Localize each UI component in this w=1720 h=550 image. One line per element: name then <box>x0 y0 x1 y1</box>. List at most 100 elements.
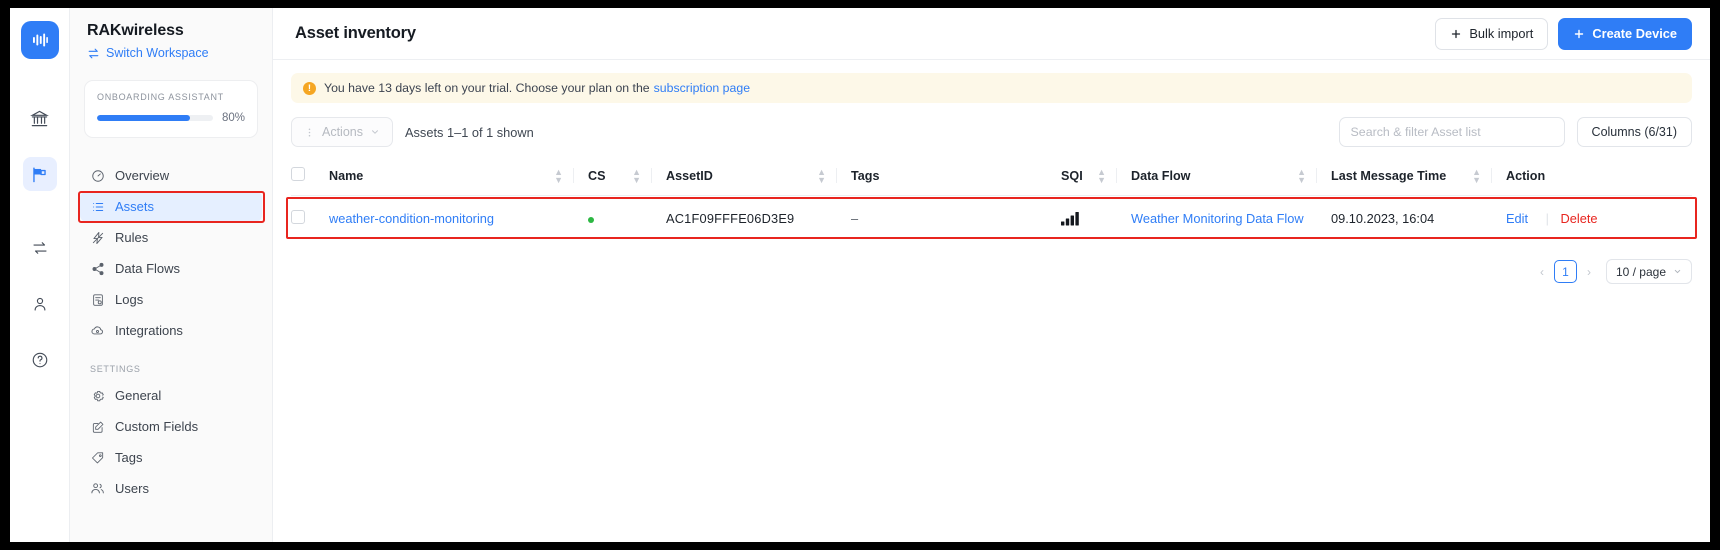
cell-action: Edit | Delete <box>1492 196 1692 242</box>
search-input[interactable] <box>1350 125 1553 139</box>
action-divider: | <box>1545 211 1549 226</box>
bank-icon[interactable] <box>23 101 57 135</box>
switch-workspace-button[interactable]: Switch Workspace <box>70 40 272 60</box>
column-header-tags[interactable]: Tags <box>837 161 1047 196</box>
audio-waveform-logo[interactable] <box>20 21 59 59</box>
select-all-header <box>291 161 329 196</box>
sort-icon[interactable]: ▲ ▼ <box>554 167 563 184</box>
sidebar-item-label: Integrations <box>115 323 183 338</box>
sidebar-item-data-flows[interactable]: Data Flows <box>80 253 262 284</box>
switch-workspace-label: Switch Workspace <box>106 46 209 60</box>
create-device-button[interactable]: Create Device <box>1558 17 1692 50</box>
column-label: Action <box>1506 168 1546 183</box>
actions-label: Actions <box>322 125 363 139</box>
column-divider <box>651 168 652 183</box>
bulk-import-button[interactable]: Bulk import <box>1435 17 1549 50</box>
sort-icon[interactable]: ▲ ▼ <box>1097 167 1106 184</box>
chevron-down-icon <box>370 127 380 137</box>
kebab-icon <box>304 127 315 138</box>
column-divider <box>1316 168 1317 183</box>
bulk-import-label: Bulk import <box>1469 26 1534 41</box>
sidebar-item-overview[interactable]: Overview <box>80 160 262 191</box>
column-header-name[interactable]: Name ▲ ▼ <box>329 161 574 196</box>
app-window: RAKwireless Switch Workspace ONBOARDING … <box>10 8 1710 542</box>
page-title: Asset inventory <box>295 24 416 42</box>
help-circle-icon[interactable] <box>23 343 57 377</box>
users-icon <box>90 481 105 496</box>
asset-name-link[interactable]: weather-condition-monitoring <box>329 211 494 226</box>
column-label: Last Message Time <box>1331 168 1447 183</box>
column-header-assetid[interactable]: AssetID ▲ ▼ <box>652 161 837 196</box>
data-flow-link[interactable]: Weather Monitoring Data Flow <box>1131 211 1304 226</box>
column-label: Data Flow <box>1131 168 1191 183</box>
plus-icon <box>1450 28 1462 40</box>
cell-tags: – <box>851 211 859 226</box>
column-label: Tags <box>851 168 880 183</box>
column-divider <box>836 168 837 183</box>
subscription-page-link[interactable]: subscription page <box>654 81 750 95</box>
onboarding-progress-fill <box>97 115 190 121</box>
page-size-label: 10 / page <box>1615 264 1666 279</box>
sidebar-item-general[interactable]: General <box>80 380 262 411</box>
table-body: weather-condition-monitoring AC1F09FFFE0… <box>291 196 1692 242</box>
table-row[interactable]: weather-condition-monitoring AC1F09FFFE0… <box>291 196 1692 242</box>
onboarding-assistant-card[interactable]: ONBOARDING ASSISTANT 80% <box>84 80 258 138</box>
page-number-1[interactable]: 1 <box>1553 260 1577 283</box>
plus-icon <box>1573 28 1585 40</box>
share-icon <box>90 261 105 276</box>
sidebar-item-rules[interactable]: Rules <box>80 222 262 253</box>
swap-icon[interactable] <box>23 231 57 265</box>
sidebar-item-label: Custom Fields <box>115 419 199 434</box>
row-checkbox[interactable] <box>291 210 305 224</box>
actions-button[interactable]: Actions <box>291 117 393 147</box>
onboarding-label: ONBOARDING ASSISTANT <box>97 92 224 102</box>
column-header-data-flow[interactable]: Data Flow ▲ ▼ <box>1117 161 1317 196</box>
cloud-icon <box>90 323 105 338</box>
sort-icon[interactable]: ▲ ▼ <box>632 167 641 184</box>
select-all-checkbox[interactable] <box>291 167 305 181</box>
delete-action-link[interactable]: Delete <box>1561 211 1598 226</box>
sidebar-item-integrations[interactable]: Integrations <box>80 315 262 346</box>
column-label: AssetID <box>666 168 713 183</box>
page-header: Asset inventory Bulk import Create Devic… <box>273 8 1710 60</box>
create-device-label: Create Device <box>1592 26 1677 41</box>
column-header-sqi[interactable]: SQI ▲ ▼ <box>1047 161 1117 196</box>
cell-sqi <box>1047 196 1117 242</box>
gear-icon <box>90 388 105 403</box>
column-divider <box>573 168 574 183</box>
asset-table-container: Name ▲ ▼ CS ▲ ▼ AssetID ▲ ▼ Tags SQI ▲ ▼… <box>286 161 1697 242</box>
sidebar-item-users[interactable]: Users <box>80 473 262 504</box>
nav-divider <box>70 346 272 360</box>
sidebar-item-custom-fields[interactable]: Custom Fields <box>80 411 262 442</box>
log-icon <box>90 292 105 307</box>
sidebar-item-label: Data Flows <box>115 261 181 276</box>
user-icon[interactable] <box>23 287 57 321</box>
sort-icon[interactable]: ▲ ▼ <box>1297 167 1306 184</box>
next-page-button[interactable]: › <box>1584 265 1594 279</box>
search-filter-box[interactable] <box>1338 117 1565 147</box>
sidebar-item-logs[interactable]: Logs <box>80 284 262 315</box>
sidebar-item-label: Rules <box>115 230 149 245</box>
cell-asset-id: AC1F09FFFE06D3E9 <box>666 211 795 226</box>
sort-icon[interactable]: ▲ ▼ <box>1472 167 1481 184</box>
sidebar-item-tags[interactable]: Tags <box>80 442 262 473</box>
gauge-icon <box>90 168 105 183</box>
bolt-icon <box>90 230 105 245</box>
pagination: ‹ 1 › 10 / page <box>291 259 1692 284</box>
columns-button[interactable]: Columns (6/31) <box>1576 117 1692 147</box>
column-label: SQI <box>1061 168 1083 183</box>
swap-icon <box>87 47 100 60</box>
column-header-last-message-time[interactable]: Last Message Time ▲ ▼ <box>1317 161 1492 196</box>
sort-icon[interactable]: ▲ ▼ <box>817 167 826 184</box>
page-size-select[interactable]: 10 / page <box>1605 259 1692 284</box>
row-select-cell <box>291 196 329 242</box>
sidebar-item-label: Logs <box>115 292 144 307</box>
edit-action-link[interactable]: Edit <box>1506 211 1528 226</box>
flag-icon[interactable] <box>22 157 57 191</box>
column-header-cs[interactable]: CS ▲ ▼ <box>574 161 652 196</box>
sidebar: RAKwireless Switch Workspace ONBOARDING … <box>70 8 273 542</box>
warning-icon: ! <box>303 81 316 95</box>
prev-page-button[interactable]: ‹ <box>1537 265 1547 279</box>
cell-last-message-time: 09.10.2023, 16:04 <box>1331 211 1435 226</box>
sidebar-item-assets[interactable]: Assets <box>80 191 262 222</box>
